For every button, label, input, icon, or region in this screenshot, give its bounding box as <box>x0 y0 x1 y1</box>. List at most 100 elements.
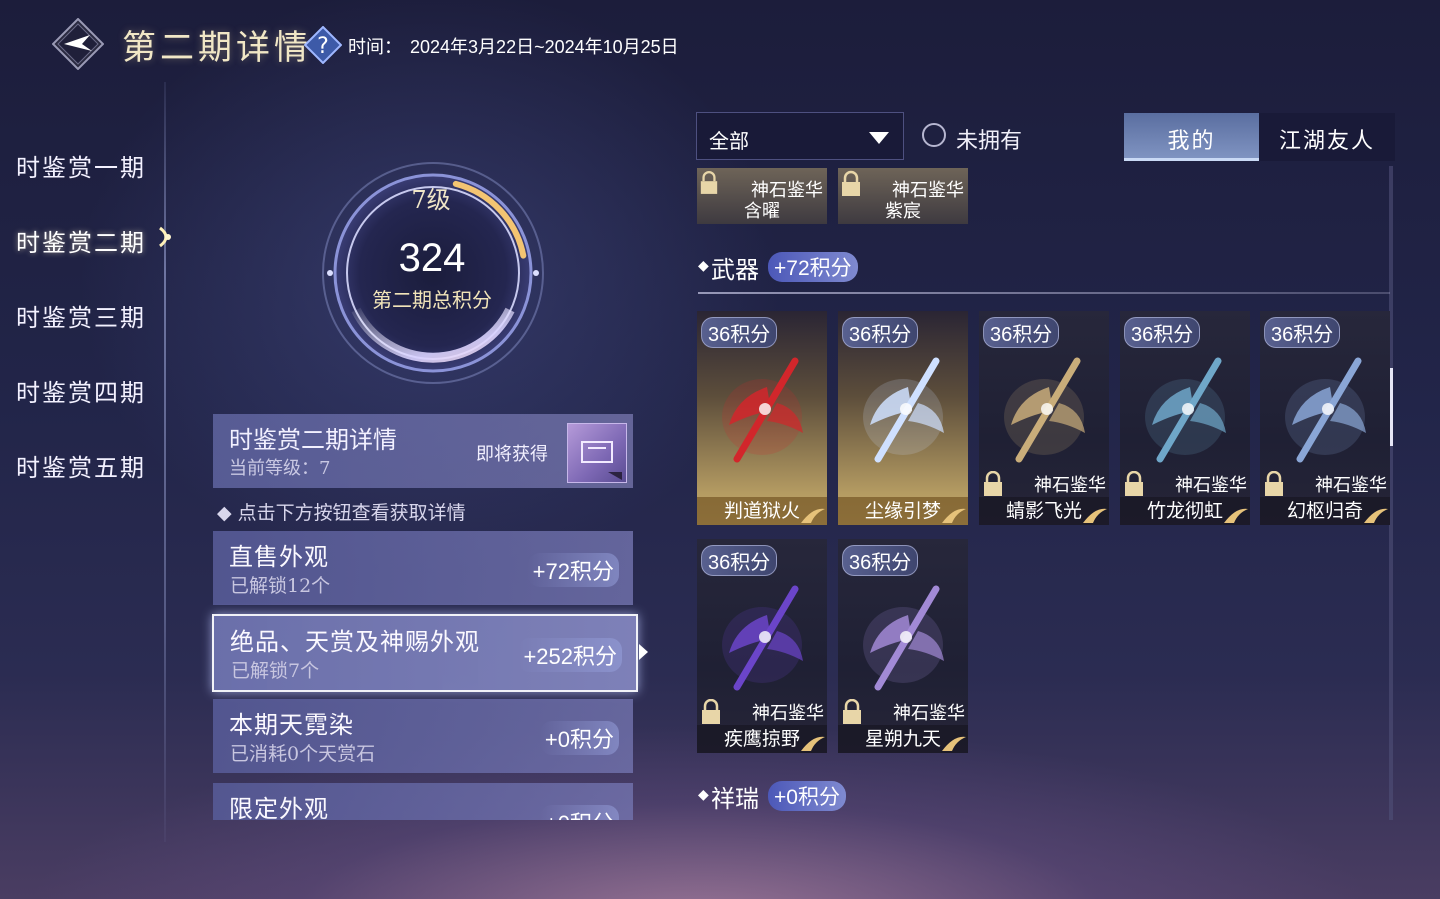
weapon-art-icon <box>1285 357 1366 463</box>
category-card-limited[interactable]: 限定外观 +0积分 <box>213 783 633 820</box>
help-icon[interactable]: ? <box>303 25 343 65</box>
item-lock-label: 神石鉴华 <box>1315 475 1387 496</box>
section-title-xiangrui: 祥瑞 <box>711 785 759 813</box>
corner-emblem-icon <box>1224 508 1248 523</box>
hint-text: ◆ 点击下方按钮查看获取详情 <box>217 502 466 524</box>
lock-icon <box>1265 471 1283 496</box>
item-lock-label: 神石鉴华 <box>1034 475 1106 496</box>
filter-select[interactable]: 全部 <box>696 112 904 160</box>
lock-icon <box>843 699 861 724</box>
item-points-badge: 36积分 <box>842 317 919 348</box>
item-lock-label: 神石鉴华 <box>751 180 823 201</box>
item-points-badge: 36积分 <box>842 545 919 576</box>
sidebar-item-period-5[interactable]: 时鉴赏五期 <box>16 448 146 483</box>
weapon-item[interactable]: 36积分 判道狱火 <box>697 311 827 525</box>
weapon-art-icon <box>863 357 944 463</box>
category-subtitle: 已消耗0个天赏石 <box>230 743 376 765</box>
category-subtitle: 已解锁12个 <box>230 575 331 597</box>
tab-mine[interactable]: 我的 <box>1124 113 1259 161</box>
item-lock-label: 神石鉴华 <box>752 703 824 724</box>
weapon-item[interactable]: 36积分 尘缘引梦 <box>838 311 968 525</box>
time-value: 2024年3月22日~2024年10月25日 <box>410 37 679 57</box>
item-name: 紫宸 <box>885 201 921 222</box>
section-title-weapons: 武器 <box>711 256 759 284</box>
weapon-item[interactable]: 36积分 神石鉴华 疾鹰掠野 <box>697 539 827 753</box>
total-score-label: 第二期总积分 <box>372 288 492 312</box>
item-lock-label: 神石鉴华 <box>893 703 965 724</box>
item-points-badge: 36积分 <box>983 317 1060 348</box>
level-label: 7级 <box>411 186 451 214</box>
category-subtitle: 已解锁7个 <box>231 660 320 682</box>
category-card-premium[interactable]: 绝品、天赏及神赐外观 已解锁7个 +252积分 <box>212 614 648 692</box>
sidebar-item-period-1[interactable]: 时鉴赏一期 <box>16 148 146 183</box>
item-lock-label: 神石鉴华 <box>1175 475 1247 496</box>
item-points-badge: 36积分 <box>701 317 778 348</box>
tab-friends[interactable]: 江湖友人 <box>1259 113 1395 161</box>
lock-icon <box>842 170 860 196</box>
selected-arrow-icon <box>639 644 648 660</box>
tab-mine-label: 我的 <box>1167 129 1216 154</box>
category-title: 绝品、天赏及神赐外观 <box>230 628 480 656</box>
corner-emblem-icon <box>1364 508 1388 523</box>
category-card-direct-sale[interactable]: 直售外观 已解锁12个 +72积分 <box>213 531 633 605</box>
tab-friends-label: 江湖友人 <box>1278 129 1375 154</box>
period-detail-title: 时鉴赏二期详情 <box>229 426 397 454</box>
top-item[interactable]: 神石鉴华 紫宸 <box>838 168 968 224</box>
category-points-badge: +72积分 <box>527 553 619 587</box>
page-title: 第二期详情 <box>122 28 312 68</box>
sidebar-item-period-3[interactable]: 时鉴赏三期 <box>16 298 146 333</box>
corner-emblem-icon <box>801 508 825 523</box>
back-button[interactable] <box>51 17 105 71</box>
not-owned-radio[interactable] <box>922 123 946 147</box>
corner-emblem-icon <box>942 736 966 751</box>
sidebar-item-period-2[interactable]: 时鉴赏二期 <box>16 223 146 258</box>
section-bullet-icon: ◆ <box>698 787 709 803</box>
upcoming-reward-icon[interactable] <box>567 423 627 483</box>
svg-text:?: ? <box>317 34 329 59</box>
top-item[interactable]: 神石鉴华 含曜 <box>697 168 827 224</box>
section-points-xiangrui: +0积分 <box>768 781 846 811</box>
filter-select-value: 全部 <box>709 129 749 153</box>
category-points-badge: +252积分 <box>518 638 622 672</box>
section-bullet-icon: ◆ <box>698 258 709 274</box>
weapon-art-icon <box>1145 357 1226 463</box>
total-score: 324 <box>398 236 466 280</box>
weapon-art-icon <box>722 357 803 463</box>
weapon-art-icon <box>722 585 803 691</box>
item-lock-label: 神石鉴华 <box>892 180 964 201</box>
category-title: 直售外观 <box>229 543 329 571</box>
corner-emblem-icon <box>801 736 825 751</box>
weapon-item[interactable]: 36积分 神石鉴华 竹龙彻虹 <box>1120 311 1250 525</box>
time-label: 时间： <box>348 37 402 57</box>
chevron-down-icon <box>869 132 889 144</box>
lock-icon <box>984 471 1002 496</box>
weapon-item[interactable]: 36积分 神石鉴华 幻枢归奇 <box>1260 311 1390 525</box>
active-indicator-icon <box>158 226 174 248</box>
not-owned-label[interactable]: 未拥有 <box>956 123 1022 155</box>
category-title: 本期天霓染 <box>229 711 354 739</box>
corner-emblem-icon <box>1083 508 1107 523</box>
item-points-badge: 36积分 <box>1264 317 1341 348</box>
sidebar-item-period-4[interactable]: 时鉴赏四期 <box>16 373 146 408</box>
weapon-item[interactable]: 36积分 神石鉴华 蜻影飞光 <box>979 311 1109 525</box>
upcoming-reward-label: 即将获得 <box>476 444 548 465</box>
category-title: 限定外观 <box>229 795 329 820</box>
weapon-item[interactable]: 36积分 神石鉴华 星朔九天 <box>838 539 968 753</box>
item-name: 含曜 <box>744 201 780 222</box>
category-card-dye[interactable]: 本期天霓染 已消耗0个天赏石 +0积分 <box>213 699 633 773</box>
category-points-badge: +0积分 <box>539 721 619 755</box>
item-points-badge: 36积分 <box>1124 317 1201 348</box>
current-level-text: 当前等级：7 <box>229 458 331 479</box>
corner-emblem-icon <box>942 508 966 523</box>
lock-icon <box>702 699 720 724</box>
weapon-art-icon <box>863 585 944 691</box>
back-arrow-icon <box>51 17 105 71</box>
lock-icon <box>700 171 718 194</box>
category-points-badge: +0积分 <box>539 805 619 820</box>
section-points-weapons: +72积分 <box>768 252 858 282</box>
weapon-art-icon <box>1004 357 1085 463</box>
lock-icon <box>1125 471 1143 496</box>
section-divider <box>698 292 1390 294</box>
sidebar-divider <box>164 82 166 842</box>
item-points-badge: 36积分 <box>701 545 778 576</box>
